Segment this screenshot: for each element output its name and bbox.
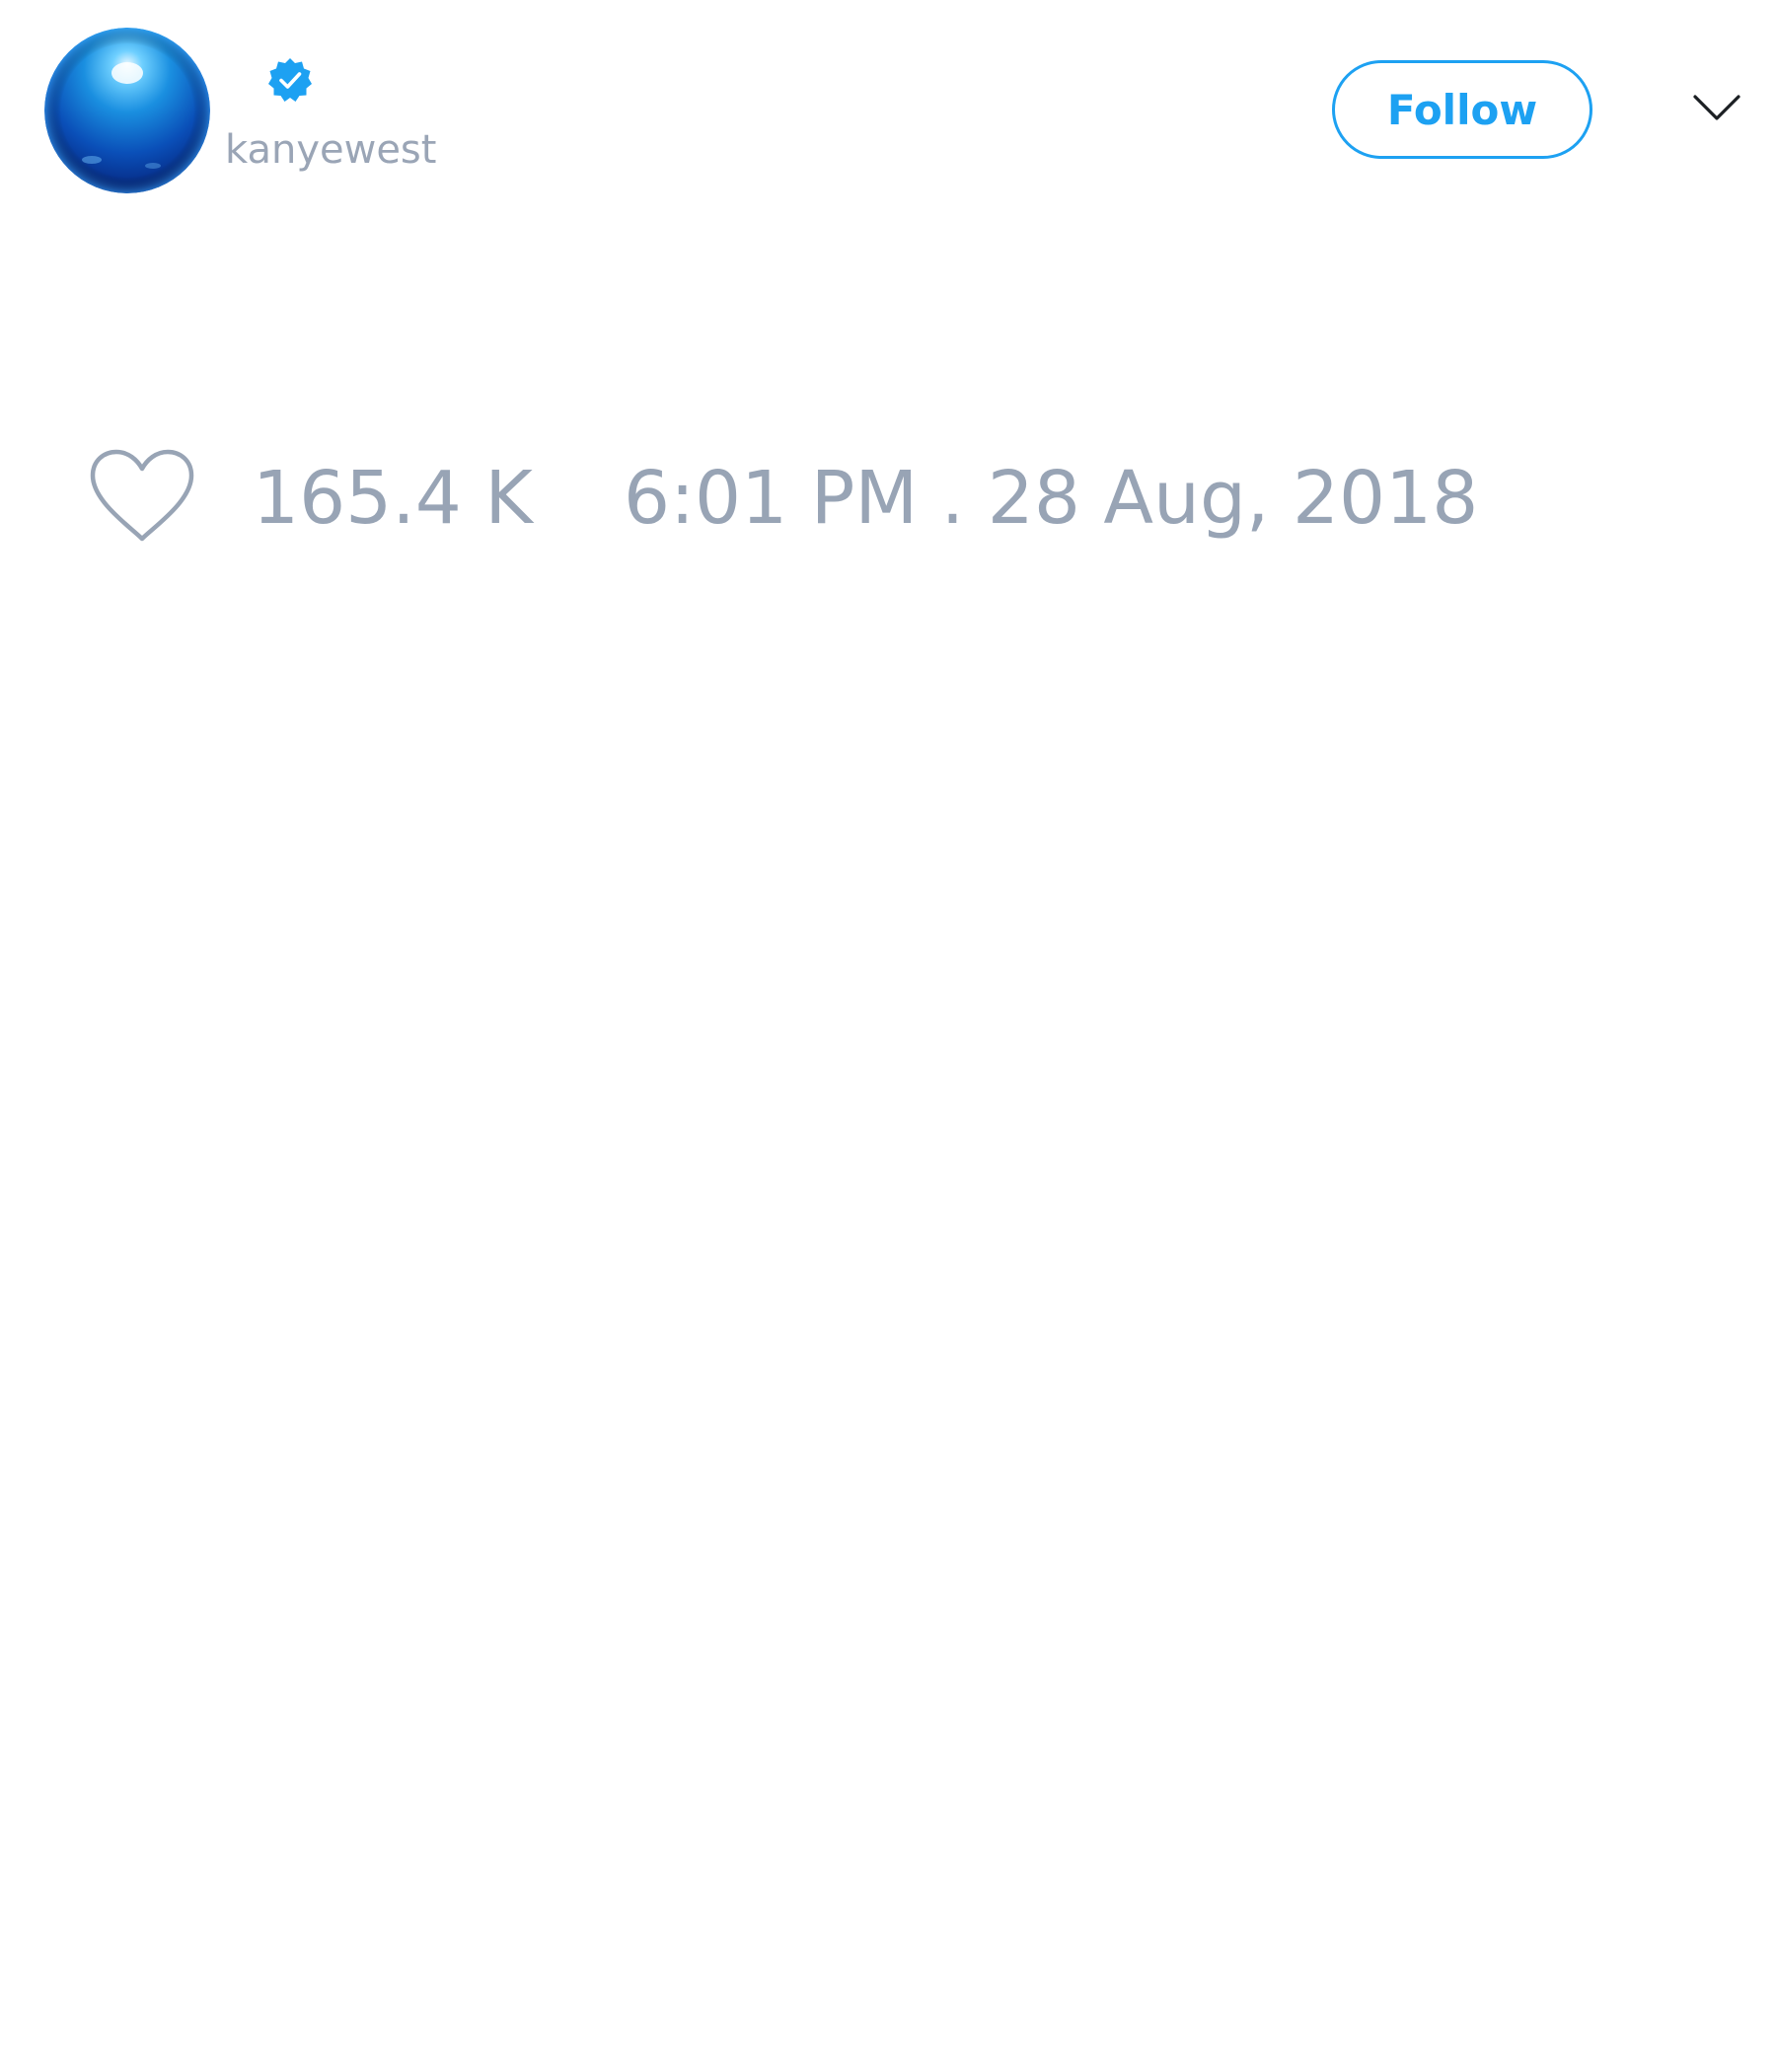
user-handle[interactable]: kanyewest: [225, 126, 436, 174]
blue-sphere-avatar-icon: [44, 28, 210, 193]
verified-badge-icon: [266, 56, 314, 104]
avatar[interactable]: [44, 28, 210, 193]
like-count: 165.4 K: [253, 456, 533, 541]
chevron-down-icon[interactable]: [1692, 89, 1741, 128]
like-button[interactable]: [87, 448, 197, 547]
tweet-timestamp[interactable]: 6:01 PM . 28 Aug, 2018: [624, 456, 1478, 541]
follow-button[interactable]: Follow: [1332, 60, 1592, 159]
tweet-header: kanyewest Follow: [0, 0, 1776, 227]
heart-outline-icon: [90, 449, 194, 542]
tweet-stats: 165.4 K 6:01 PM . 28 Aug, 2018: [0, 434, 1776, 562]
